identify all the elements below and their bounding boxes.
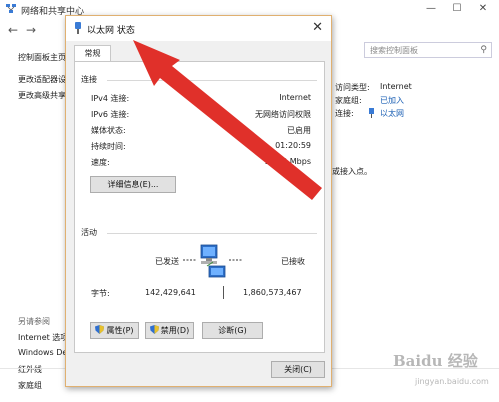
sidebar-link-advanced-sharing[interactable]: 更改高级共享 <box>18 90 66 101</box>
dialog-titlebar: 以太网 状态 ✕ <box>66 16 331 41</box>
activity-separator <box>223 286 224 299</box>
sidebar-home-link[interactable]: 控制面板主页 <box>18 52 66 63</box>
back-arrow-icon[interactable]: ← <box>8 23 18 37</box>
bytes-received-value: 1,860,573,467 <box>243 288 302 297</box>
homegroup-label: 家庭组: <box>335 96 362 105</box>
watermark-url: jingyan.baidu.com <box>415 377 489 386</box>
duration-label: 持续时间: <box>91 142 126 151</box>
see-also-windows-defender[interactable]: Windows De <box>18 348 67 357</box>
homegroup-link[interactable]: 已加入 <box>380 95 404 106</box>
bytes-sent-value: 142,429,641 <box>145 288 196 297</box>
details-button-label: 详细信息(E)... <box>107 180 159 189</box>
divider <box>107 233 317 234</box>
shield-icon <box>95 325 105 334</box>
speed-value: 100.0 Mbps <box>264 157 311 166</box>
watermark-brand: Baidu 经验 <box>393 352 478 370</box>
sent-label: 已发送 <box>155 257 179 266</box>
properties-button-label: 属性(P) <box>106 326 134 335</box>
details-button[interactable]: 详细信息(E)... <box>90 176 176 193</box>
connection-section-label: 连接 <box>81 75 97 84</box>
see-also-infrared[interactable]: 红外线 <box>18 364 42 375</box>
disable-button[interactable]: 禁用(D) <box>145 322 194 339</box>
network-activity-icon <box>183 244 243 278</box>
minimize-icon[interactable]: — <box>420 2 442 16</box>
shield-icon <box>149 325 159 334</box>
ethernet-connection-link[interactable]: 以太网 <box>380 108 404 119</box>
forward-arrow-icon[interactable]: → <box>26 23 36 37</box>
close-icon[interactable]: ✕ <box>312 20 323 35</box>
speed-label: 速度: <box>91 158 110 167</box>
access-type-value: Internet <box>380 82 412 91</box>
tab-general[interactable]: 常规 <box>74 45 111 62</box>
disable-button-label: 禁用(D) <box>160 326 190 335</box>
network-icon <box>6 4 16 13</box>
see-also-title: 另请参阅 <box>18 317 50 326</box>
close-button[interactable]: 关闭(C) <box>271 361 325 378</box>
access-type-label: 访问类型: <box>335 83 370 92</box>
media-state-label: 媒体状态: <box>91 126 126 135</box>
connection-label: 连接: <box>335 109 354 118</box>
maximize-icon[interactable]: ☐ <box>446 2 468 16</box>
ipv4-label: IPv4 连接: <box>91 94 130 103</box>
search-icon[interactable]: ⚲ <box>480 45 487 55</box>
activity-section-label: 活动 <box>81 228 97 237</box>
see-also-homegroup[interactable]: 家庭组 <box>18 380 42 391</box>
divider <box>107 80 317 81</box>
close-window-icon[interactable]: ✕ <box>472 2 494 16</box>
dialog-title: 以太网 状态 <box>87 26 135 36</box>
ipv4-value: Internet <box>279 93 311 102</box>
search-placeholder: 搜索控制面板 <box>370 46 418 55</box>
diagnose-button-label: 诊断(G) <box>218 326 247 335</box>
properties-button[interactable]: 属性(P) <box>90 322 139 339</box>
ethernet-status-dialog: 以太网 状态 ✕ 常规 连接 IPv4 连接: Internet IPv6 连接… <box>65 15 332 387</box>
ipv6-value: 无网络访问权限 <box>255 110 311 119</box>
see-also-internet-options[interactable]: Internet 选项 <box>18 332 68 343</box>
bytes-label: 字节: <box>91 289 110 298</box>
baidu-jingyan-watermark: Baidu 经验 jingyan.baidu.com <box>393 350 493 398</box>
ethernet-icon <box>75 22 81 34</box>
received-label: 已接收 <box>281 257 305 266</box>
duration-value: 01:20:59 <box>275 141 311 150</box>
ethernet-icon <box>369 108 374 118</box>
sidebar-link-adapter[interactable]: 更改适配器设 <box>18 74 66 85</box>
general-tab-panel: 连接 IPv4 连接: Internet IPv6 连接: 无网络访问权限 媒体… <box>74 61 325 353</box>
ipv6-label: IPv6 连接: <box>91 110 130 119</box>
diagnose-button[interactable]: 诊断(G) <box>202 322 263 339</box>
search-input[interactable]: 搜索控制面板 ⚲ <box>364 42 492 58</box>
partial-setup-text: 或接入点。 <box>332 167 372 176</box>
close-button-label: 关闭(C) <box>284 365 312 374</box>
media-state-value: 已启用 <box>287 126 311 135</box>
